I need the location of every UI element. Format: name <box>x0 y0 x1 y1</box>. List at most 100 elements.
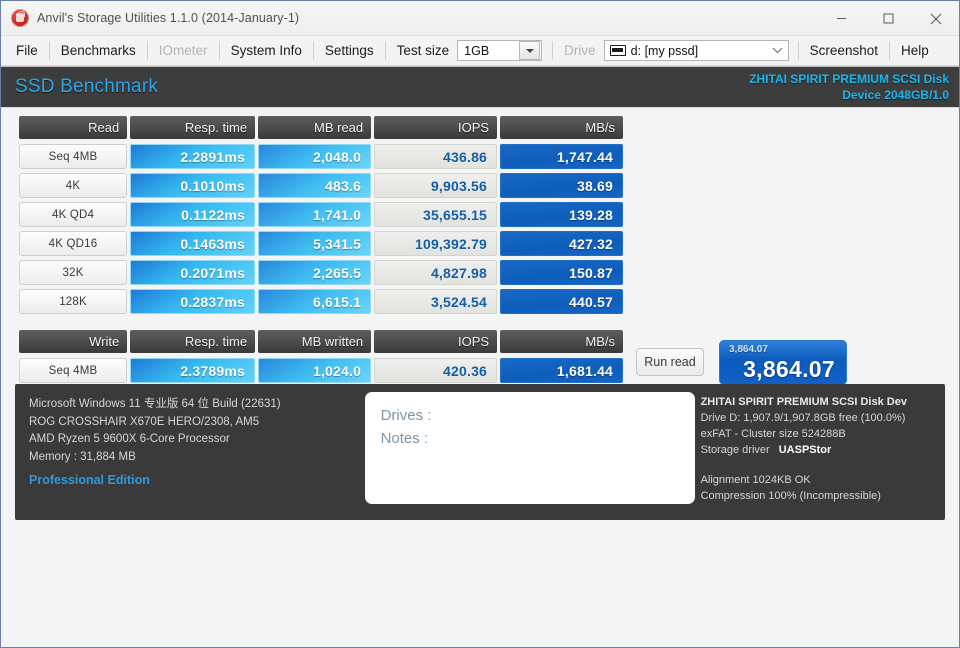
cell-mb: 483.6 <box>258 173 371 198</box>
drive-info-compression: Compression 100% (Incompressible) <box>701 488 945 504</box>
cell-resp: 0.1122ms <box>130 202 255 227</box>
cell-label: 128K <box>19 289 127 314</box>
read-col-name: Read <box>19 116 127 139</box>
title-bar: Anvil's Storage Utilities 1.1.0 (2014-Ja… <box>1 1 959 36</box>
write-col-mbs: MB/s <box>500 330 623 353</box>
test-size-label: Test size <box>386 36 458 66</box>
cell-iops: 4,827.98 <box>374 260 497 285</box>
main-body: Read Resp. time MB read IOPS MB/s Seq 4M… <box>1 107 959 647</box>
drive-info-filesystem: exFAT - Cluster size 524288B <box>701 426 945 442</box>
run-read-button[interactable]: Run read <box>636 348 704 376</box>
write-col-name: Write <box>19 330 127 353</box>
cell-iops: 9,903.56 <box>374 173 497 198</box>
cell-resp: 2.2891ms <box>130 144 255 169</box>
info-panel: Microsoft Windows 11 专业版 64 位 Build (226… <box>15 384 945 520</box>
table-row: 4K QD160.1463ms5,341.5109,392.79427.32 <box>19 231 623 256</box>
cell-mb: 1,024.0 <box>258 358 371 383</box>
table-row: 32K0.2071ms2,265.54,827.98150.87 <box>19 260 623 285</box>
system-board: ROG CROSSHAIR X670E HERO/2308, AM5 <box>29 414 365 432</box>
menu-item-help[interactable]: Help <box>890 36 940 66</box>
menu-bar: File Benchmarks IOmeter System Info Sett… <box>1 36 959 66</box>
read-col-iops: IOPS <box>374 116 497 139</box>
drives-label: Drives : <box>381 404 695 427</box>
cell-mbs: 38.69 <box>500 173 623 198</box>
write-col-iops: IOPS <box>374 330 497 353</box>
cell-mbs: 427.32 <box>500 231 623 256</box>
drive-select[interactable]: d: [my pssd] <box>604 40 789 61</box>
footer-area: Microsoft Windows 11 专业版 64 位 Build (226… <box>1 384 959 647</box>
read-table-header: Read Resp. time MB read IOPS MB/s <box>19 116 623 139</box>
read-col-resp: Resp. time <box>130 116 255 139</box>
read-score-small: 3,864.07 <box>729 344 835 356</box>
drive-value: d: [my pssd] <box>631 44 768 58</box>
drive-icon <box>610 45 626 56</box>
read-score-box: 3,864.07 3,864.07 <box>719 340 847 385</box>
cell-mbs: 440.57 <box>500 289 623 314</box>
table-row: 128K0.2837ms6,615.13,524.54440.57 <box>19 289 623 314</box>
device-name-line2: Device 2048GB/1.0 <box>749 87 949 103</box>
drive-info-driver-label: Storage driver <box>701 444 770 456</box>
system-cpu: AMD Ryzen 5 9600X 6-Core Processor <box>29 431 365 449</box>
cell-label: 4K <box>19 173 127 198</box>
maximize-icon[interactable] <box>865 1 912 36</box>
menu-item-benchmarks[interactable]: Benchmarks <box>50 36 147 66</box>
cell-mbs: 139.28 <box>500 202 623 227</box>
cell-label: Seq 4MB <box>19 358 127 383</box>
table-row: 4K0.1010ms483.69,903.5638.69 <box>19 173 623 198</box>
cell-resp: 0.1463ms <box>130 231 255 256</box>
cell-resp: 0.2837ms <box>130 289 255 314</box>
write-table-header: Write Resp. time MB written IOPS MB/s <box>19 330 623 353</box>
test-size-value: 1GB <box>458 44 519 58</box>
cell-mb: 2,048.0 <box>258 144 371 169</box>
app-window: Anvil's Storage Utilities 1.1.0 (2014-Ja… <box>0 0 960 648</box>
notes-wrapper: Drives : Notes : <box>365 384 695 520</box>
cell-resp: 2.3789ms <box>130 358 255 383</box>
cell-label: 4K QD4 <box>19 202 127 227</box>
cell-mb: 6,615.1 <box>258 289 371 314</box>
device-name: ZHITAI SPIRIT PREMIUM SCSI Disk Device 2… <box>749 71 949 103</box>
menu-item-system-info[interactable]: System Info <box>220 36 313 66</box>
notes-input[interactable]: Drives : Notes : <box>365 392 695 504</box>
read-results-table: Read Resp. time MB read IOPS MB/s Seq 4M… <box>19 116 623 318</box>
cell-resp: 0.1010ms <box>130 173 255 198</box>
cell-iops: 35,655.15 <box>374 202 497 227</box>
table-row: Seq 4MB2.2891ms2,048.0436.861,747.44 <box>19 144 623 169</box>
cell-mb: 2,265.5 <box>258 260 371 285</box>
spacer <box>701 458 945 472</box>
cell-label: Seq 4MB <box>19 144 127 169</box>
cell-mb: 5,341.5 <box>258 231 371 256</box>
menu-item-screenshot[interactable]: Screenshot <box>799 36 889 66</box>
minimize-icon[interactable] <box>818 1 865 36</box>
test-size-select[interactable]: 1GB <box>457 40 542 61</box>
cell-mb: 1,741.0 <box>258 202 371 227</box>
drive-info-capacity: Drive D: 1,907.9/1,907.8GB free (100.0%) <box>701 410 945 426</box>
chevron-down-icon[interactable] <box>519 41 540 60</box>
close-icon[interactable] <box>912 1 959 36</box>
cell-mbs: 1,681.44 <box>500 358 623 383</box>
chevron-down-icon[interactable] <box>768 47 788 54</box>
section-header: SSD Benchmark ZHITAI SPIRIT PREMIUM SCSI… <box>1 66 959 107</box>
window-title: Anvil's Storage Utilities 1.1.0 (2014-Ja… <box>37 11 299 25</box>
cell-mbs: 150.87 <box>500 260 623 285</box>
system-memory: Memory : 31,884 MB <box>29 449 365 467</box>
drive-info-name: ZHITAI SPIRIT PREMIUM SCSI Disk Dev <box>701 394 945 410</box>
cell-iops: 420.36 <box>374 358 497 383</box>
page-title: SSD Benchmark <box>15 76 158 98</box>
edition-label: Professional Edition <box>29 472 365 490</box>
system-os: Microsoft Windows 11 专业版 64 位 Build (226… <box>29 396 365 414</box>
cell-mbs: 1,747.44 <box>500 144 623 169</box>
read-col-mb: MB read <box>258 116 371 139</box>
drive-info-panel: ZHITAI SPIRIT PREMIUM SCSI Disk Dev Driv… <box>695 384 945 520</box>
cell-iops: 109,392.79 <box>374 231 497 256</box>
write-col-mb: MB written <box>258 330 371 353</box>
drive-info-driver-row: Storage driver UASPStor <box>701 442 945 458</box>
cell-label: 32K <box>19 260 127 285</box>
read-score-value: 3,864.07 <box>729 356 835 382</box>
cell-resp: 0.2071ms <box>130 260 255 285</box>
device-name-line1: ZHITAI SPIRIT PREMIUM SCSI Disk <box>749 71 949 87</box>
table-row: 4K QD40.1122ms1,741.035,655.15139.28 <box>19 202 623 227</box>
menu-item-iometer: IOmeter <box>148 36 219 66</box>
menu-item-file[interactable]: File <box>5 36 49 66</box>
menu-item-settings[interactable]: Settings <box>314 36 385 66</box>
cell-label: 4K QD16 <box>19 231 127 256</box>
